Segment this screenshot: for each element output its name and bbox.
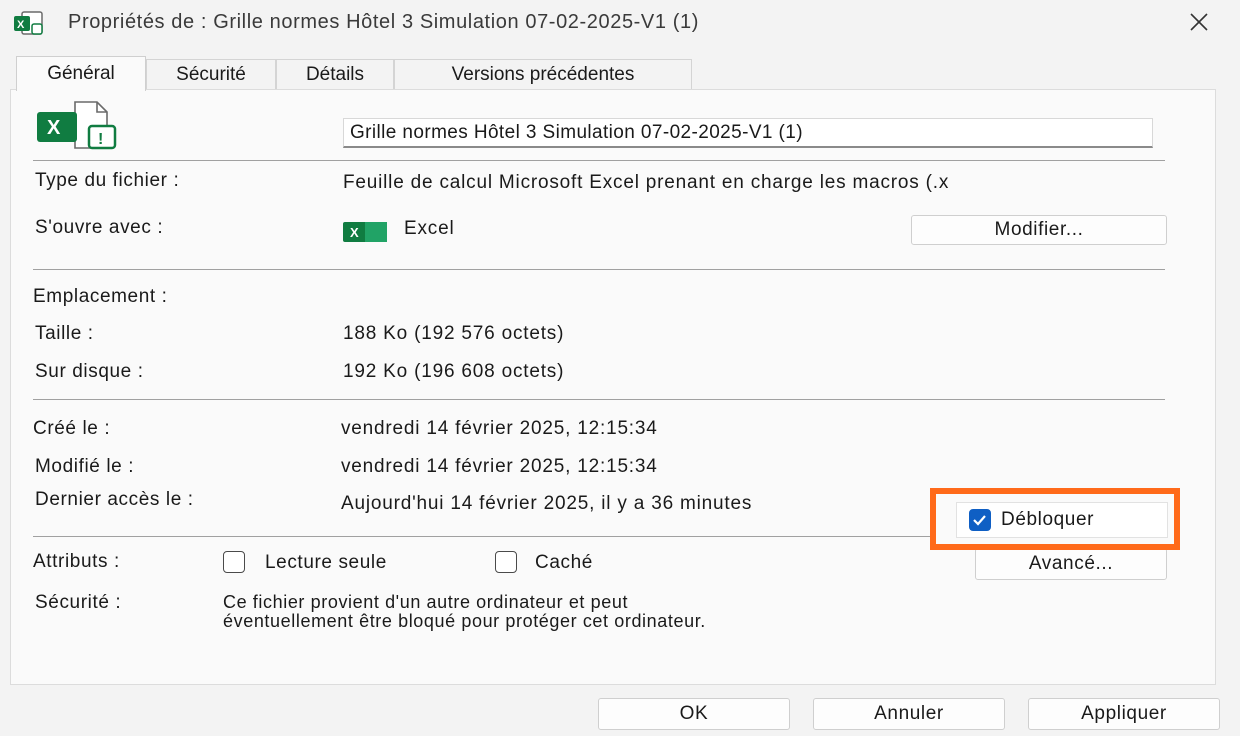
modified-value: vendredi 14 février 2025, 12:15:34 (341, 456, 658, 477)
file-type-label: Type du fichier : (35, 170, 180, 191)
accessed-label: Dernier accès le : (35, 489, 194, 510)
apply-button[interactable]: Appliquer (1028, 698, 1220, 730)
size-value: 188 Ko (192 576 octets) (343, 323, 565, 344)
excel-app-icon: X (343, 221, 389, 243)
checkmark-icon (973, 515, 986, 526)
svg-text:X: X (17, 19, 25, 31)
svg-text:X: X (47, 117, 61, 139)
ok-button-label: OK (679, 703, 709, 724)
tab-label: Détails (305, 64, 365, 85)
hidden-label: Caché (535, 552, 593, 573)
separator (33, 399, 1165, 400)
security-message-line2: éventuellement être bloqué pour protéger… (223, 611, 706, 631)
unblock-label: Débloquer (1001, 509, 1095, 530)
general-panel: X ! Grille normes Hôtel 3 Simulation 07-… (10, 89, 1216, 685)
unblock-highlight-frame: Débloquer (930, 488, 1180, 550)
file-name-input[interactable]: Grille normes Hôtel 3 Simulation 07-02-2… (343, 118, 1153, 148)
location-label: Emplacement : (33, 286, 168, 307)
window-title: Propriétés de : Grille normes Hôtel 3 Si… (68, 11, 699, 33)
size-on-disk-label: Sur disque : (35, 361, 144, 382)
size-on-disk-value: 192 Ko (196 608 octets) (343, 361, 565, 382)
tab-label: Versions précédentes (451, 64, 635, 85)
tab-general[interactable]: Général (16, 56, 146, 91)
close-icon (1188, 11, 1210, 38)
opens-with-label: S'ouvre avec : (35, 217, 164, 238)
ok-button[interactable]: OK (598, 698, 790, 730)
cancel-button[interactable]: Annuler (813, 698, 1005, 730)
file-name-text: Grille normes Hôtel 3 Simulation 07-02-2… (350, 121, 803, 143)
apply-button-label: Appliquer (1081, 703, 1167, 724)
cancel-button-label: Annuler (874, 703, 944, 724)
readonly-checkbox[interactable] (223, 551, 245, 573)
advanced-button-label: Avancé... (1028, 553, 1114, 574)
tab-previous-versions[interactable]: Versions précédentes (394, 59, 692, 90)
tab-label: Sécurité (176, 64, 246, 85)
title-bar: X Propriétés de : Grille normes Hôtel 3 … (0, 0, 1240, 48)
hidden-checkbox[interactable] (495, 551, 517, 573)
tab-security[interactable]: Sécurité (146, 59, 276, 90)
separator (33, 160, 1165, 161)
change-button[interactable]: Modifier... (911, 215, 1167, 245)
separator (33, 269, 1165, 270)
unblock-checkbox[interactable] (969, 509, 991, 531)
excel-icon: X (12, 10, 46, 38)
tab-label: Général (47, 63, 115, 84)
readonly-label: Lecture seule (265, 552, 387, 573)
unblock-checkbox-row[interactable]: Débloquer (956, 502, 1168, 538)
created-value: vendredi 14 février 2025, 12:15:34 (341, 418, 658, 439)
security-message-line1: Ce fichier provient d'un autre ordinateu… (223, 592, 629, 612)
attributes-label: Attributs : (33, 551, 120, 572)
excel-macro-file-icon: X ! (35, 100, 125, 152)
svg-text:!: ! (98, 131, 103, 148)
close-button[interactable] (1176, 8, 1222, 40)
size-label: Taille : (35, 323, 94, 344)
change-button-label: Modifier... (994, 219, 1084, 240)
opens-with-value: Excel (404, 218, 455, 239)
accessed-value: Aujourd'hui 14 février 2025, il y a 36 m… (341, 493, 753, 514)
advanced-button[interactable]: Avancé... (975, 548, 1167, 580)
modified-label: Modifié le : (35, 456, 135, 477)
file-type-value: Feuille de calcul Microsoft Excel prenan… (343, 172, 950, 193)
svg-text:X: X (350, 225, 359, 240)
created-label: Créé le : (33, 418, 111, 439)
security-label: Sécurité : (35, 592, 122, 613)
tab-strip: Général Sécurité Détails Versions précéd… (16, 56, 716, 91)
tab-details[interactable]: Détails (276, 59, 394, 90)
